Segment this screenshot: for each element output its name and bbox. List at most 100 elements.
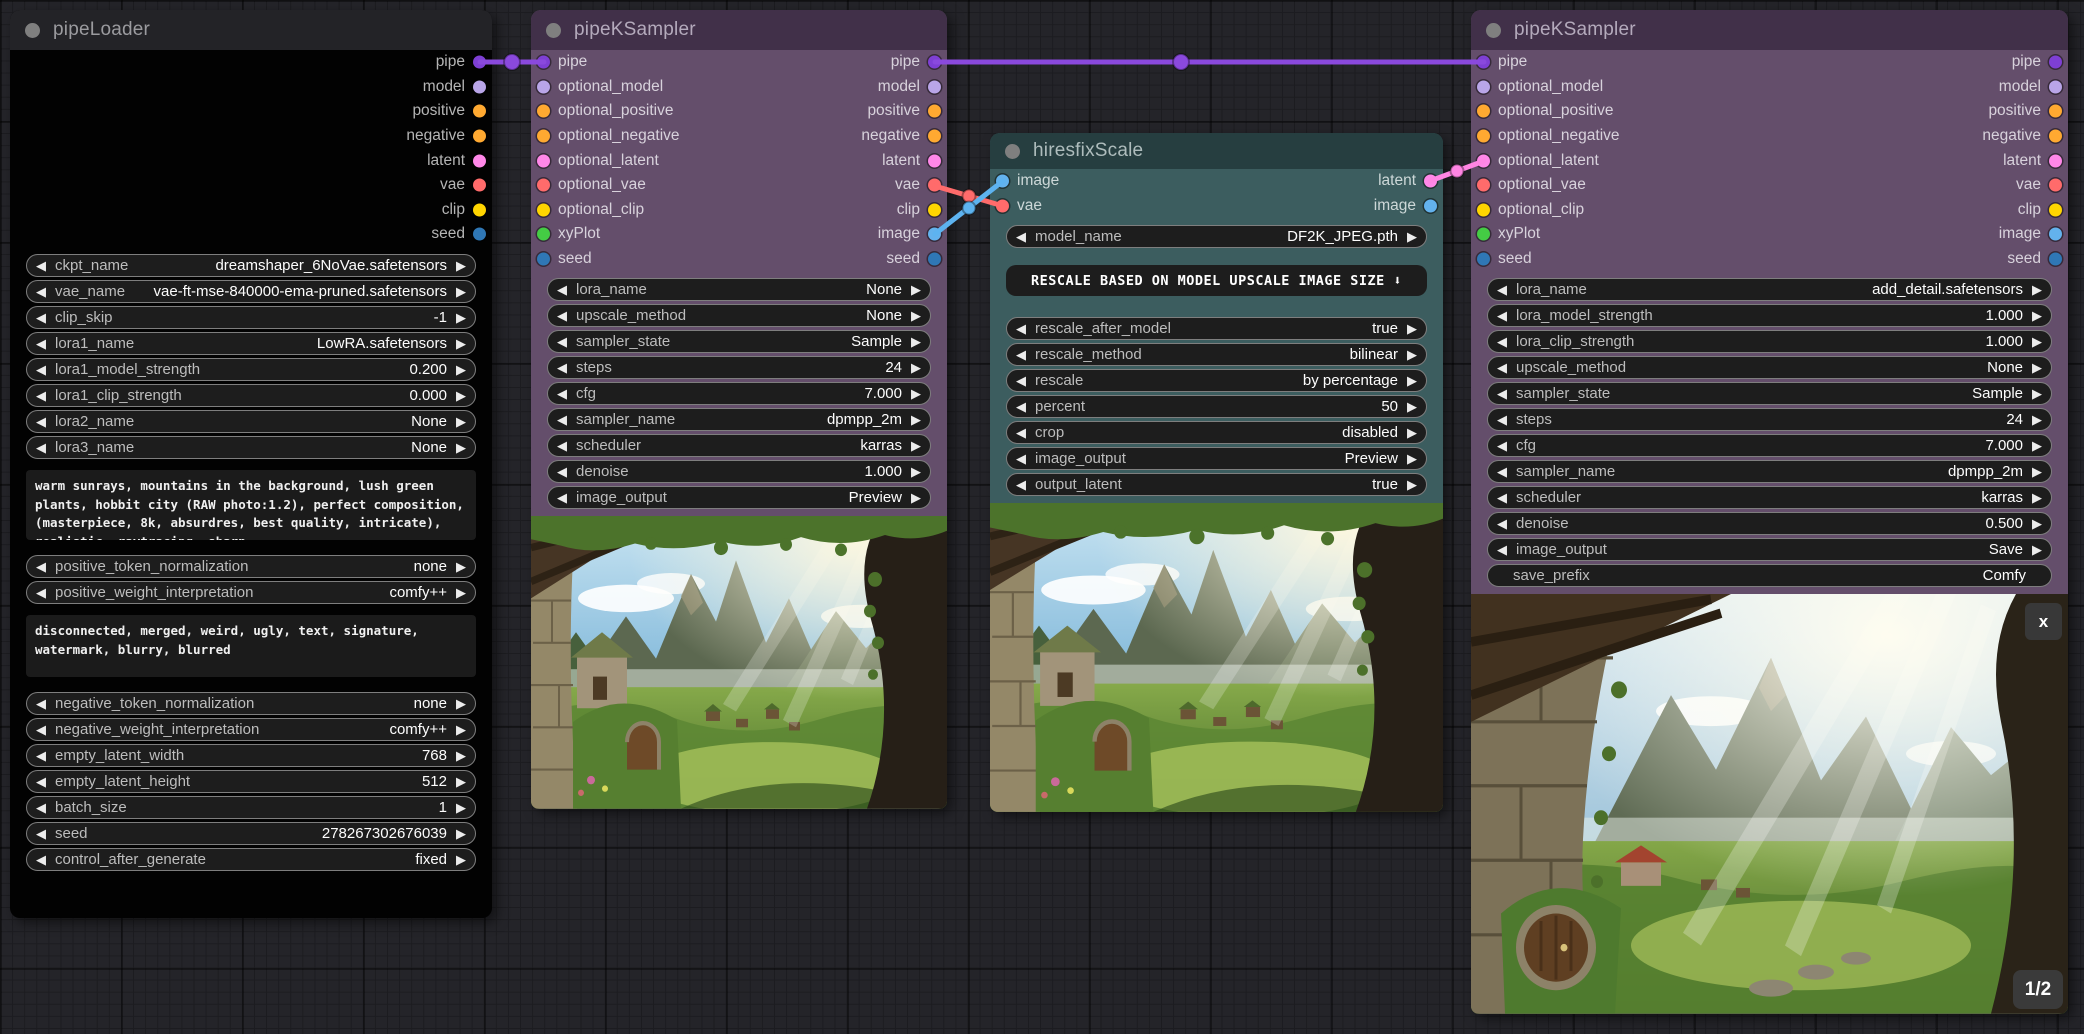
increment-arrow-icon[interactable] <box>911 335 921 348</box>
output-port-seed-icon[interactable] <box>2049 253 2062 266</box>
increment-arrow-icon[interactable] <box>456 560 466 573</box>
decrement-arrow-icon[interactable] <box>557 283 567 296</box>
decrement-arrow-icon[interactable] <box>1016 230 1026 243</box>
widget-denoise[interactable]: denoise0.500 <box>1487 512 2052 535</box>
decrement-arrow-icon[interactable] <box>36 801 46 814</box>
widget-sampler-name[interactable]: sampler_namedpmpp_2m <box>1487 460 2052 483</box>
widget-image-output[interactable]: image_outputPreview <box>1006 447 1427 470</box>
decrement-arrow-icon[interactable] <box>1497 387 1507 400</box>
increment-arrow-icon[interactable] <box>2032 309 2042 322</box>
decrement-arrow-icon[interactable] <box>557 309 567 322</box>
widget-percent[interactable]: percent50 <box>1006 395 1427 418</box>
widget-empty-latent-width[interactable]: empty_latent_width768 <box>26 744 476 767</box>
decrement-arrow-icon[interactable] <box>1016 322 1026 335</box>
widget-lora2-name[interactable]: lora2_nameNone <box>26 410 476 433</box>
increment-arrow-icon[interactable] <box>1407 230 1417 243</box>
increment-arrow-icon[interactable] <box>911 283 921 296</box>
increment-arrow-icon[interactable] <box>456 389 466 402</box>
increment-arrow-icon[interactable] <box>1407 478 1417 491</box>
widget-positive-weight-interpretation[interactable]: positive_weight_interpretationcomfy++ <box>26 581 476 604</box>
output-port-negative-icon[interactable] <box>473 130 486 143</box>
widget-vae-name[interactable]: vae_namevae-ft-mse-840000-ema-pruned.saf… <box>26 280 476 303</box>
widget-sampler-name[interactable]: sampler_namedpmpp_2m <box>547 408 931 431</box>
increment-arrow-icon[interactable] <box>911 413 921 426</box>
output-port-seed-icon[interactable] <box>473 228 486 241</box>
widget-batch-size[interactable]: batch_size1 <box>26 796 476 819</box>
collapse-dot-icon[interactable] <box>546 23 561 38</box>
widget-rescale-method[interactable]: rescale_methodbilinear <box>1006 343 1427 366</box>
output-port-model-icon[interactable] <box>928 80 941 93</box>
input-port-seed-icon[interactable] <box>537 253 550 266</box>
widget-image-output[interactable]: image_outputPreview <box>547 486 931 509</box>
increment-arrow-icon[interactable] <box>911 387 921 400</box>
decrement-arrow-icon[interactable] <box>1016 478 1026 491</box>
widget-lora-name[interactable]: lora_nameadd_detail.safetensors <box>1487 278 2052 301</box>
increment-arrow-icon[interactable] <box>911 465 921 478</box>
decrement-arrow-icon[interactable] <box>36 415 46 428</box>
input-port-negative-icon[interactable] <box>1477 130 1490 143</box>
negative-prompt-textarea[interactable]: disconnected, merged, weird, ugly, text,… <box>26 615 476 677</box>
input-port-vae-icon[interactable] <box>537 179 550 192</box>
widget-lora-clip-strength[interactable]: lora_clip_strength1.000 <box>1487 330 2052 353</box>
decrement-arrow-icon[interactable] <box>36 775 46 788</box>
output-port-negative-icon[interactable] <box>2049 130 2062 143</box>
input-port-latent-icon[interactable] <box>537 154 550 167</box>
decrement-arrow-icon[interactable] <box>36 697 46 710</box>
output-port-clip-icon[interactable] <box>473 203 486 216</box>
widget-image-output[interactable]: image_outputSave <box>1487 538 2052 561</box>
positive-prompt-textarea[interactable]: warm sunrays, mountains in the backgroun… <box>26 470 476 540</box>
increment-arrow-icon[interactable] <box>1407 374 1417 387</box>
widget-lora3-name[interactable]: lora3_nameNone <box>26 436 476 459</box>
decrement-arrow-icon[interactable] <box>557 335 567 348</box>
decrement-arrow-icon[interactable] <box>1497 413 1507 426</box>
decrement-arrow-icon[interactable] <box>36 586 46 599</box>
increment-arrow-icon[interactable] <box>456 259 466 272</box>
output-port-image-icon[interactable] <box>2049 228 2062 241</box>
input-port-pipe-icon[interactable] <box>1477 56 1490 69</box>
input-port-vae-icon[interactable] <box>1477 179 1490 192</box>
output-port-latent-icon[interactable] <box>1424 175 1437 188</box>
input-port-image-icon[interactable] <box>996 175 1009 188</box>
decrement-arrow-icon[interactable] <box>1497 309 1507 322</box>
decrement-arrow-icon[interactable] <box>36 441 46 454</box>
increment-arrow-icon[interactable] <box>911 491 921 504</box>
widget-lora1-clip-strength[interactable]: lora1_clip_strength0.000 <box>26 384 476 407</box>
increment-arrow-icon[interactable] <box>2032 517 2042 530</box>
widget-positive-token-normalization[interactable]: positive_token_normalizationnone <box>26 555 476 578</box>
close-preview-button[interactable]: x <box>2025 603 2062 640</box>
decrement-arrow-icon[interactable] <box>1497 361 1507 374</box>
output-port-positive-icon[interactable] <box>473 105 486 118</box>
increment-arrow-icon[interactable] <box>2032 465 2042 478</box>
input-port-model-icon[interactable] <box>537 80 550 93</box>
output-port-clip-icon[interactable] <box>928 203 941 216</box>
decrement-arrow-icon[interactable] <box>36 723 46 736</box>
collapse-dot-icon[interactable] <box>1005 144 1020 159</box>
decrement-arrow-icon[interactable] <box>1497 491 1507 504</box>
input-port-xyplot-icon[interactable] <box>537 228 550 241</box>
widget-steps[interactable]: steps24 <box>547 356 931 379</box>
input-port-pipe-icon[interactable] <box>537 56 550 69</box>
widget-negative-token-normalization[interactable]: negative_token_normalizationnone <box>26 692 476 715</box>
output-port-latent-icon[interactable] <box>473 154 486 167</box>
input-port-model-icon[interactable] <box>1477 80 1490 93</box>
increment-arrow-icon[interactable] <box>456 586 466 599</box>
increment-arrow-icon[interactable] <box>2032 361 2042 374</box>
input-port-positive-icon[interactable] <box>1477 105 1490 118</box>
input-port-xyplot-icon[interactable] <box>1477 228 1490 241</box>
decrement-arrow-icon[interactable] <box>557 491 567 504</box>
widget-scheduler[interactable]: schedulerkarras <box>547 434 931 457</box>
decrement-arrow-icon[interactable] <box>557 361 567 374</box>
output-port-model-icon[interactable] <box>2049 80 2062 93</box>
decrement-arrow-icon[interactable] <box>1497 283 1507 296</box>
widget-steps[interactable]: steps24 <box>1487 408 2052 431</box>
increment-arrow-icon[interactable] <box>456 337 466 350</box>
decrement-arrow-icon[interactable] <box>36 259 46 272</box>
widget-rescale[interactable]: rescaleby percentage <box>1006 369 1427 392</box>
decrement-arrow-icon[interactable] <box>36 749 46 762</box>
widget-control-after-generate[interactable]: control_after_generatefixed <box>26 848 476 871</box>
increment-arrow-icon[interactable] <box>456 363 466 376</box>
widget-ckpt-name[interactable]: ckpt_namedreamshaper_6NoVae.safetensors <box>26 254 476 277</box>
increment-arrow-icon[interactable] <box>2032 413 2042 426</box>
widget-lora-name[interactable]: lora_nameNone <box>547 278 931 301</box>
comfyui-canvas[interactable]: { "colors": { "wire_pipe": "#8a49dd", "w… <box>0 0 2084 1034</box>
